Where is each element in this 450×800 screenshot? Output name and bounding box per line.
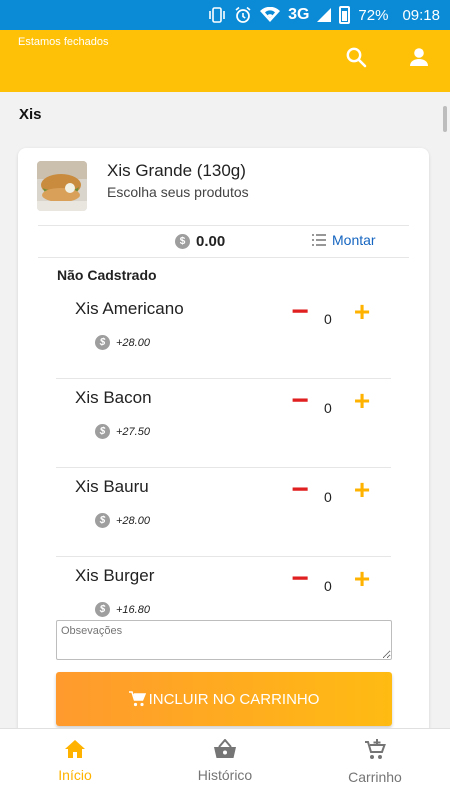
user-icon [410,48,428,66]
cart-icon [365,739,386,759]
product-total: $ 0.00 [175,233,225,250]
increase-button[interactable]: + [351,387,373,415]
app-bar: Estamos fechados [0,30,450,92]
item-price: $ +16.80 [95,602,150,617]
item-name: Xis Bacon [75,388,152,407]
item-quantity: 0 [324,400,332,416]
scrollbar[interactable] [443,106,447,132]
increase-button[interactable]: + [351,476,373,504]
montar-button[interactable]: Montar [311,232,376,248]
list-icon [312,234,326,246]
battery-level: 72% [358,6,389,24]
item-name: Xis Burger [75,566,155,585]
coin-icon: $ [175,234,190,249]
list-item: Xis Americano $ +28.00 − 0 + [56,290,391,379]
network-type: 3G [288,6,310,23]
cart-icon [128,691,146,707]
status-bar: 3G 72% 09:18 [0,0,450,30]
nav-historico[interactable]: Histórico [150,729,300,800]
nav-label: Histórico [197,767,253,783]
divider [38,257,409,258]
section-title: Xis [19,106,42,123]
list-item: Xis Bauru $ +28.00 − 0 + [56,468,391,557]
item-price: $ +28.00 [95,335,150,350]
observacoes-field[interactable] [56,620,392,660]
coin-icon: $ [95,424,110,439]
item-name: Xis Bauru [75,477,149,496]
product-image [37,161,87,211]
bottom-navigation: Início Histórico Carrinho [0,728,450,800]
decrease-button[interactable]: − [289,564,311,594]
nav-inicio[interactable]: Início [0,729,150,800]
user-button[interactable] [404,42,434,72]
montar-label: Montar [332,232,376,248]
add-to-cart-button[interactable]: INCLUIR NO CARRINHO [56,672,392,726]
product-subtitle: Escolha seus produtos [107,184,249,200]
decrease-button[interactable]: − [289,475,311,505]
search-button[interactable] [341,42,371,72]
home-icon [65,740,85,758]
increase-button[interactable]: + [351,298,373,326]
item-quantity: 0 [324,489,332,505]
item-quantity: 0 [324,311,332,327]
basket-icon [214,739,236,758]
decrease-button[interactable]: − [289,386,311,416]
store-status: Estamos fechados [18,36,109,48]
wifi-icon [260,7,281,23]
total-value: 0.00 [196,233,226,250]
product-name: Xis Grande (130g) [107,161,246,180]
clock: 09:18 [402,6,440,24]
add-to-cart-label: INCLUIR NO CARRINHO [148,690,320,708]
vibrate-icon [208,7,226,23]
product-card: Xis Grande (130g) Escolha seus produtos … [18,148,429,748]
coin-icon: $ [95,513,110,528]
divider [38,225,409,226]
decrease-button[interactable]: − [289,297,311,327]
item-quantity: 0 [324,578,332,594]
item-price: $ +28.00 [95,513,150,528]
nav-label: Carrinho [348,769,402,785]
nav-label: Início [58,767,92,783]
signal-icon [317,8,332,22]
alarm-icon [234,6,252,24]
coin-icon: $ [95,602,110,617]
item-name: Xis Americano [75,299,184,318]
coin-icon: $ [95,335,110,350]
increase-button[interactable]: + [351,565,373,593]
nav-carrinho[interactable]: Carrinho [300,729,450,800]
group-title: Não Cadstrado [57,267,157,283]
search-icon [346,47,367,68]
battery-icon [339,6,351,24]
list-item: Xis Bacon $ +27.50 − 0 + [56,379,391,468]
item-price: $ +27.50 [95,424,150,439]
